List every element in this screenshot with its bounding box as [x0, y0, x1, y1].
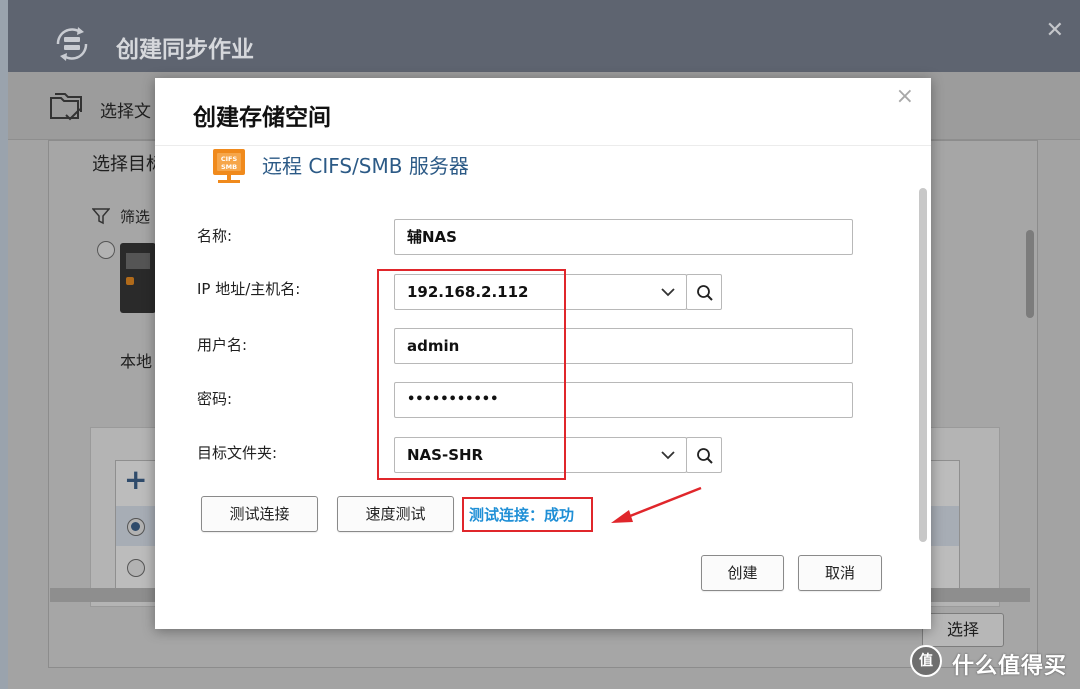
background-radio-unselected[interactable] — [127, 559, 145, 577]
background-select-target-label: 选择目标 — [92, 154, 164, 175]
watermark-logo-text: 值 — [919, 653, 933, 669]
watermark-text: 什么值得买 — [952, 654, 1068, 679]
ip-search-button[interactable] — [686, 274, 722, 310]
cancel-button[interactable]: 取消 — [798, 555, 882, 591]
background-vertical-scrollbar[interactable] — [1026, 230, 1034, 318]
chevron-down-icon — [661, 451, 675, 460]
search-icon — [697, 285, 713, 301]
sync-job-icon — [56, 27, 88, 61]
create-button[interactable]: 创建 — [701, 555, 784, 591]
background-radio-nas[interactable] — [97, 241, 115, 259]
background-window-title: 创建同步作业 — [116, 37, 254, 63]
chevron-down-icon — [661, 288, 675, 297]
svg-text:CIFS: CIFS — [221, 155, 238, 163]
connection-status-text: 测试连接：成功 — [469, 506, 575, 524]
filter-icon[interactable] — [91, 207, 111, 230]
dialog-divider — [155, 145, 931, 146]
background-radio-selected[interactable] — [127, 518, 145, 536]
dialog-title: 创建存储空间 — [193, 105, 331, 131]
name-label: 名称: — [197, 227, 233, 245]
select-folder-icon — [50, 93, 82, 121]
annotation-arrow-icon — [611, 486, 702, 523]
ip-hostname-label: IP 地址/主机名: — [197, 280, 301, 298]
background-close-icon[interactable]: ✕ — [1046, 18, 1064, 43]
speed-test-button[interactable]: 速度测试 — [337, 496, 454, 532]
target-folder-search-button[interactable] — [686, 437, 722, 473]
background-toolbar-label: 选择文 — [100, 102, 151, 122]
name-input[interactable]: 辅NAS — [394, 219, 853, 255]
dialog-close-icon[interactable]: × — [896, 84, 914, 109]
background-left-strip — [0, 0, 8, 689]
background-filter-label[interactable]: 筛选 — [120, 206, 150, 227]
add-icon[interactable]: + — [124, 466, 147, 494]
test-connection-button[interactable]: 测试连接 — [201, 496, 318, 532]
svg-text:SMB: SMB — [221, 163, 237, 171]
search-icon — [697, 448, 713, 464]
password-label: 密码: — [197, 390, 233, 408]
cifs-smb-server-icon: CIFS SMB — [213, 149, 245, 183]
background-select-button[interactable]: 选择 — [922, 613, 1004, 647]
background-local-label: 本地 — [120, 352, 153, 371]
server-type-label: 远程 CIFS/SMB 服务器 — [262, 154, 469, 178]
target-folder-label: 目标文件夹: — [197, 444, 278, 462]
watermark-logo: 值 — [910, 645, 942, 677]
username-label: 用户名: — [197, 336, 248, 354]
dialog-scrollbar[interactable] — [919, 188, 927, 542]
create-storage-dialog: 创建存储空间 × CIFS SMB 远程 CIFS/SMB 服务器 名称: 辅N… — [155, 78, 931, 629]
annotation-highlight-box — [377, 269, 566, 480]
nas-device-icon — [120, 243, 156, 313]
